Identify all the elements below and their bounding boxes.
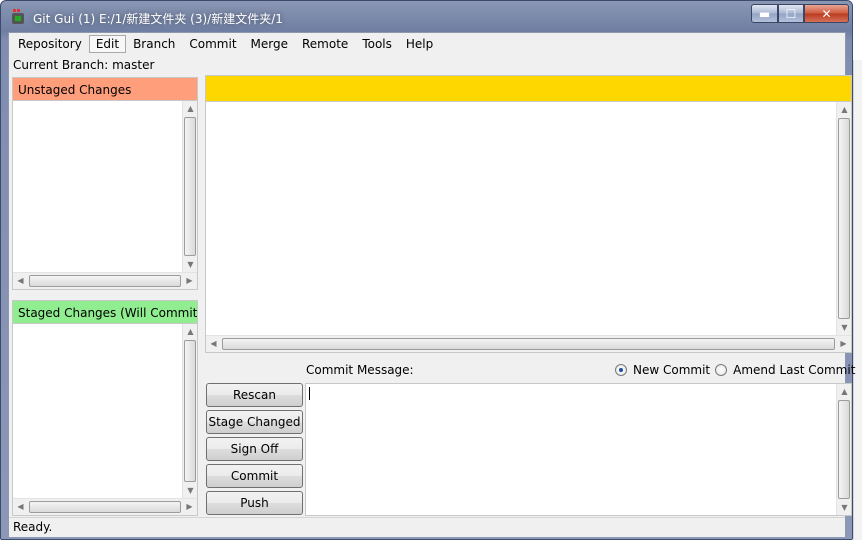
commit-mode-radio-group: New Commit Amend Last Commit (615, 363, 860, 377)
git-gui-app-icon (12, 9, 24, 24)
amend-last-commit-label[interactable]: Amend Last Commit (733, 363, 855, 377)
scroll-thumb[interactable] (838, 400, 850, 499)
menu-help[interactable]: Help (399, 35, 440, 53)
commit-message-label: Commit Message: (306, 363, 414, 377)
diff-horizontal-scrollbar[interactable]: ◀ ▶ (206, 335, 851, 352)
unstaged-horizontal-scrollbar[interactable]: ◀ ▶ (13, 272, 197, 289)
scroll-up-arrow-icon[interactable]: ▲ (183, 324, 198, 339)
scroll-up-arrow-icon[interactable]: ▲ (837, 384, 852, 399)
scroll-right-arrow-icon[interactable]: ▶ (836, 336, 851, 352)
git-gui-window: Git Gui (1) E:/1/新建文件夹 (3)/新建文件夹/1 ▬ ☐ ✕… (0, 0, 855, 540)
minimize-button[interactable]: ▬ (751, 4, 778, 23)
scroll-down-arrow-icon[interactable]: ▼ (837, 320, 852, 335)
staged-horizontal-scrollbar[interactable]: ◀ ▶ (13, 498, 197, 515)
rescan-button[interactable]: Rescan (206, 383, 303, 407)
menu-repository[interactable]: Repository (11, 35, 89, 53)
menu-bar: Repository Edit Branch Commit Merge Remo… (9, 33, 845, 55)
menu-edit[interactable]: Edit (88, 35, 127, 53)
push-button[interactable]: Push (206, 491, 303, 515)
commit-message-scrollbar[interactable]: ▲ ▼ (836, 384, 851, 515)
scroll-down-arrow-icon[interactable]: ▼ (183, 257, 198, 272)
close-button[interactable]: ✕ (804, 4, 849, 23)
scroll-thumb[interactable] (29, 501, 181, 513)
client-area: Repository Edit Branch Commit Merge Remo… (8, 32, 855, 537)
current-branch-label: Current Branch: master (13, 58, 155, 72)
scroll-right-arrow-icon[interactable]: ▶ (182, 499, 197, 515)
staged-vertical-scrollbar[interactable]: ▲ ▼ (182, 324, 197, 498)
window-title: Git Gui (1) E:/1/新建文件夹 (3)/新建文件夹/1 (33, 12, 283, 26)
menu-remote[interactable]: Remote (295, 35, 355, 53)
scroll-down-arrow-icon[interactable]: ▼ (183, 483, 198, 498)
scroll-thumb[interactable] (29, 275, 181, 287)
maximize-button[interactable]: ☐ (778, 4, 804, 23)
text-caret (309, 387, 310, 400)
amend-last-commit-radio[interactable] (715, 364, 728, 376)
unstaged-changes-list[interactable]: ▲ ▼ ◀ ▶ (12, 101, 198, 290)
menu-tools[interactable]: Tools (355, 35, 399, 53)
stage-changed-button[interactable]: Stage Changed (206, 410, 303, 434)
diff-vertical-scrollbar[interactable]: ▲ ▼ (836, 102, 851, 335)
background-window-edge (853, 60, 862, 540)
diff-viewer[interactable]: ▲ ▼ ◀ ▶ (205, 102, 852, 353)
diff-header (205, 75, 852, 102)
scroll-thumb[interactable] (184, 340, 196, 482)
staged-changes-header: Staged Changes (Will Commit) (12, 300, 198, 324)
commit-button[interactable]: Commit (206, 464, 303, 488)
scroll-down-arrow-icon[interactable]: ▼ (837, 500, 852, 515)
staged-changes-list[interactable]: ▲ ▼ ◀ ▶ (12, 324, 198, 516)
scroll-thumb[interactable] (222, 338, 835, 350)
scroll-left-arrow-icon[interactable]: ◀ (13, 499, 28, 515)
unstaged-vertical-scrollbar[interactable]: ▲ ▼ (182, 101, 197, 272)
menu-commit[interactable]: Commit (182, 35, 243, 53)
close-icon: ✕ (821, 6, 832, 21)
commit-message-input[interactable]: ▲ ▼ (305, 383, 852, 516)
sign-off-button[interactable]: Sign Off (206, 437, 303, 461)
title-bar[interactable]: Git Gui (1) E:/1/新建文件夹 (3)/新建文件夹/1 ▬ ☐ ✕ (1, 1, 852, 33)
scroll-left-arrow-icon[interactable]: ◀ (206, 336, 221, 352)
minimize-icon: ▬ (758, 6, 771, 21)
status-bar: Ready. (9, 517, 845, 537)
menu-merge[interactable]: Merge (244, 35, 295, 53)
new-commit-label[interactable]: New Commit (633, 363, 710, 377)
menu-branch[interactable]: Branch (126, 35, 182, 53)
new-commit-radio[interactable] (615, 364, 627, 376)
scroll-right-arrow-icon[interactable]: ▶ (182, 273, 197, 289)
maximize-icon: ☐ (785, 6, 797, 21)
scroll-thumb[interactable] (838, 118, 850, 319)
unstaged-changes-header: Unstaged Changes (12, 77, 198, 101)
scroll-up-arrow-icon[interactable]: ▲ (183, 101, 198, 116)
scroll-left-arrow-icon[interactable]: ◀ (13, 273, 28, 289)
scroll-up-arrow-icon[interactable]: ▲ (837, 102, 852, 117)
scroll-thumb[interactable] (184, 117, 196, 256)
